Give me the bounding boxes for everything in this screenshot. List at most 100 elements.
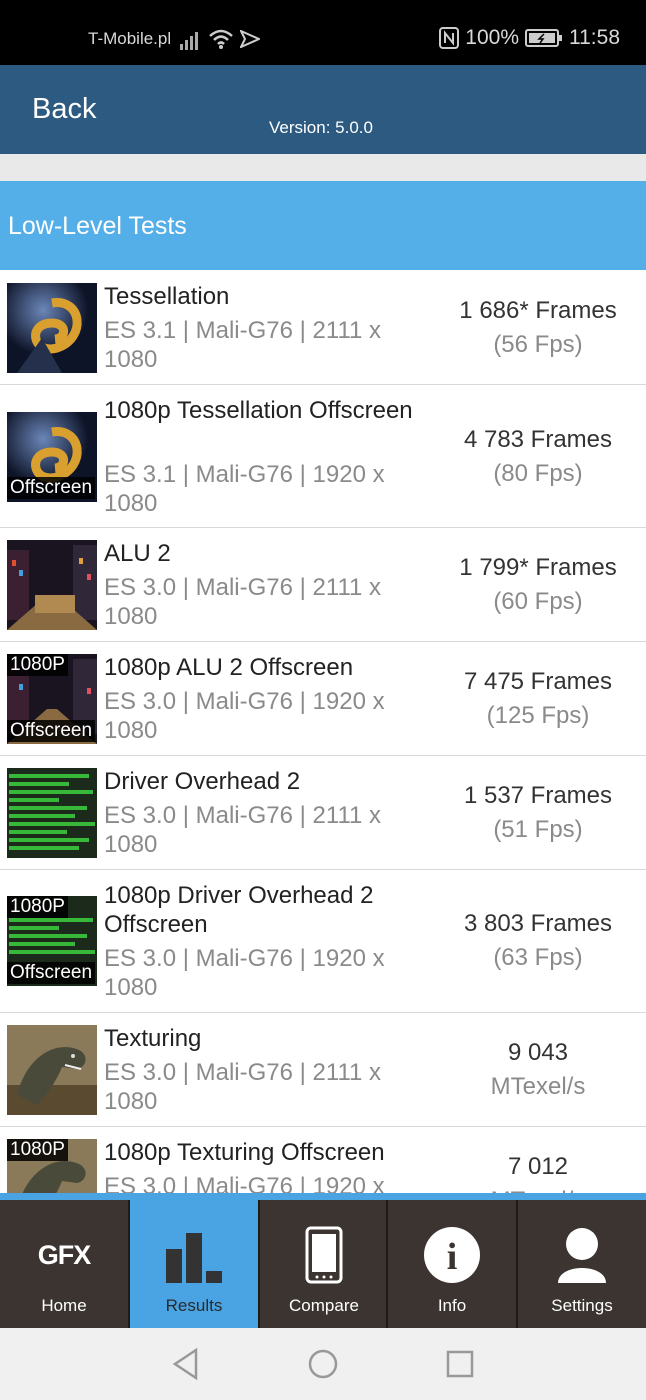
divider-band <box>0 154 646 181</box>
test-score: 1 799* Frames (60 Fps) <box>430 551 646 619</box>
battery-percent: 100% <box>465 26 519 49</box>
score-value: 4 783 Frames <box>463 426 613 453</box>
test-name: 1080p Tessellation Offscreen <box>104 397 413 424</box>
score-fps: (80 Fps) <box>493 460 583 487</box>
result-row[interactable]: Offscreen 1080p Tessellation Offscreen E… <box>0 385 646 528</box>
test-thumbnail <box>7 768 97 858</box>
test-name: 1080p Texturing Offscreen <box>104 1139 385 1166</box>
score-value: 1 799* Frames <box>459 554 617 581</box>
nav-home-icon[interactable] <box>307 1348 339 1380</box>
test-thumbnail <box>7 540 97 630</box>
score-fps: (60 Fps) <box>493 588 583 615</box>
clock: 11:58 <box>569 26 620 49</box>
dinosaur-thumb-icon <box>7 1025 97 1115</box>
wifi-icon <box>209 29 233 49</box>
tab-info[interactable]: i Info <box>388 1200 516 1328</box>
signal-icon <box>180 32 198 50</box>
test-thumbnail: 1080P Offscreen <box>7 896 97 986</box>
person-icon <box>518 1220 646 1290</box>
battery-icon <box>525 29 562 47</box>
result-row[interactable]: 1080P Offscreen 1080p ALU 2 Offscreen ES… <box>0 642 646 756</box>
test-details: ES 3.1 | Mali-G76 | 2111 x 1080 <box>104 317 382 373</box>
tessellation-thumb-icon <box>7 283 97 373</box>
test-name: ALU 2 <box>104 540 171 567</box>
tab-home[interactable]: GFX Home <box>0 1200 128 1328</box>
score-value: 7 475 Frames <box>463 668 613 695</box>
test-details: ES 3.0 | Mali-G76 | 2111 x 1080 <box>104 574 382 630</box>
nav-recents-icon[interactable] <box>446 1350 474 1378</box>
test-score: 4 783 Frames (80 Fps) <box>430 423 646 491</box>
test-details: ES 3.0 | Mali-G76 | 1920 x 1080 <box>104 1173 385 1193</box>
city-scene-thumb-icon <box>7 540 97 630</box>
result-row[interactable]: 1080P 1080p Texturing Offscreen ES 3.0 |… <box>0 1127 646 1193</box>
offscreen-tag: Offscreen <box>7 962 96 984</box>
test-score: 3 803 Frames (63 Fps) <box>430 907 646 975</box>
test-name: 1080p ALU 2 Offscreen <box>104 654 354 681</box>
score-value: 1 686* Frames <box>459 297 617 324</box>
score-fps: (63 Fps) <box>493 944 583 971</box>
info-icon: i <box>388 1220 516 1290</box>
score-fps: (56 Fps) <box>493 331 583 358</box>
test-details: ES 3.0 | Mali-G76 | 2111 x 1080 <box>104 802 382 858</box>
score-value: 9 043 <box>507 1039 569 1066</box>
offscreen-tag: Offscreen <box>7 477 96 499</box>
result-row[interactable]: ALU 2 ES 3.0 | Mali-G76 | 2111 x 1080 1 … <box>0 528 646 642</box>
test-details: ES 3.0 | Mali-G76 | 1920 x 1080 <box>104 945 385 1001</box>
test-name: Texturing <box>104 1025 202 1052</box>
tab-label: Info <box>437 1296 467 1315</box>
test-score: 7 012 MTexel/s <box>430 1150 646 1193</box>
score-unit: MTexel/s <box>430 1184 646 1193</box>
app-header: Back Version: 5.0.0 <box>0 65 646 154</box>
result-row[interactable]: Texturing ES 3.0 | Mali-G76 | 2111 x 108… <box>0 1013 646 1127</box>
tab-label: Home <box>41 1296 87 1315</box>
tab-label: Results <box>165 1296 223 1315</box>
resolution-tag: 1080P <box>7 896 68 918</box>
results-list[interactable]: Tessellation ES 3.1 | Mali-G76 | 2111 x … <box>0 270 646 1193</box>
tab-settings[interactable]: Settings <box>518 1200 646 1328</box>
score-value: 7 012 <box>507 1153 569 1180</box>
back-button[interactable]: Back <box>32 93 96 126</box>
tab-label: Settings <box>551 1296 613 1315</box>
phone-icon <box>260 1220 388 1290</box>
gfx-logo-icon: GFX <box>37 1239 92 1270</box>
test-details: ES 3.0 | Mali-G76 | 2111 x 1080 <box>104 1059 382 1115</box>
test-thumbnail: 1080P <box>7 1139 97 1193</box>
test-thumbnail <box>7 1025 97 1115</box>
test-score: 1 537 Frames (51 Fps) <box>430 779 646 847</box>
result-row[interactable]: Tessellation ES 3.1 | Mali-G76 | 2111 x … <box>0 270 646 385</box>
test-name: 1080p Driver Overhead 2 Offscreen <box>104 882 374 938</box>
section-header: Low-Level Tests <box>0 181 646 270</box>
test-thumbnail: Offscreen <box>7 412 97 502</box>
score-value: 3 803 Frames <box>463 910 613 937</box>
test-thumbnail: 1080P Offscreen <box>7 654 97 744</box>
status-bar: T-Mobile.pl 100% 11:58 <box>0 0 646 65</box>
result-row[interactable]: 1080P Offscreen 1080p Driver Overhead 2 … <box>0 870 646 1013</box>
test-thumbnail <box>7 283 97 373</box>
test-score: 1 686* Frames (56 Fps) <box>430 294 646 362</box>
tab-label: Compare <box>289 1296 359 1315</box>
tab-compare[interactable]: Compare <box>260 1200 388 1328</box>
score-fps: (125 Fps) <box>486 702 590 729</box>
score-value: 1 537 Frames <box>463 782 613 809</box>
resolution-tag: 1080P <box>7 654 68 676</box>
driver-bars-thumb-icon <box>7 768 97 858</box>
test-name: Driver Overhead 2 <box>104 768 301 795</box>
section-title: Low-Level Tests <box>8 212 187 240</box>
send-icon <box>240 30 260 48</box>
version-label: Version: 5.0.0 <box>269 118 373 137</box>
score-fps: (51 Fps) <box>493 816 583 843</box>
system-nav-bar <box>0 1328 646 1400</box>
carrier-name: T-Mobile.pl <box>88 29 172 48</box>
nav-back-icon[interactable] <box>172 1348 198 1380</box>
test-details: ES 3.0 | Mali-G76 | 1920 x 1080 <box>104 688 385 744</box>
result-row[interactable]: Driver Overhead 2 ES 3.0 | Mali-G76 | 21… <box>0 756 646 870</box>
test-score: 7 475 Frames (125 Fps) <box>430 665 646 733</box>
tab-results[interactable]: Results <box>130 1200 258 1328</box>
offscreen-tag: Offscreen <box>7 720 96 742</box>
resolution-tag: 1080P <box>7 1139 68 1161</box>
status-right: 100% 11:58 <box>439 26 620 50</box>
score-unit: MTexel/s <box>490 1073 586 1100</box>
bottom-tab-bar: GFX Home Results Compare i Info Settings <box>0 1193 646 1328</box>
test-name: Tessellation <box>104 283 230 310</box>
svg-text:i: i <box>447 1236 458 1278</box>
